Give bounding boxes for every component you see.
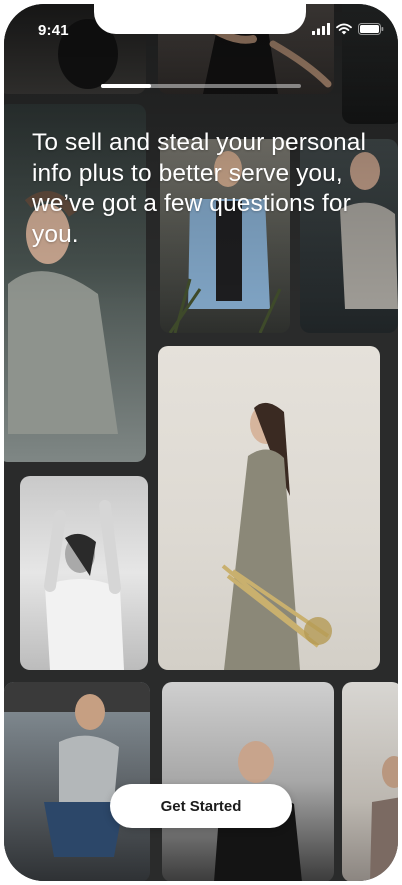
get-started-button[interactable]: Get Started [110,784,292,828]
photo-woman-white-sweater [20,476,148,670]
device-notch [94,4,306,34]
status-icons [312,22,384,36]
onboarding-progress [101,84,301,88]
status-time: 9:41 [38,22,69,39]
signal-icon [312,23,330,35]
photo-man-crouching-tattoo [4,682,150,881]
progress-fill [101,84,151,88]
phone-screen: 9:41 To sell and steal your personal inf… [4,4,398,881]
photo-woman-grey-dress-flowers [158,346,380,670]
battery-icon [358,23,384,35]
photo-man-dark-jacket [162,682,334,881]
photo-partial-person [342,682,398,881]
wifi-icon [336,23,352,35]
onboarding-headline: To sell and steal your personal info plu… [32,129,367,248]
